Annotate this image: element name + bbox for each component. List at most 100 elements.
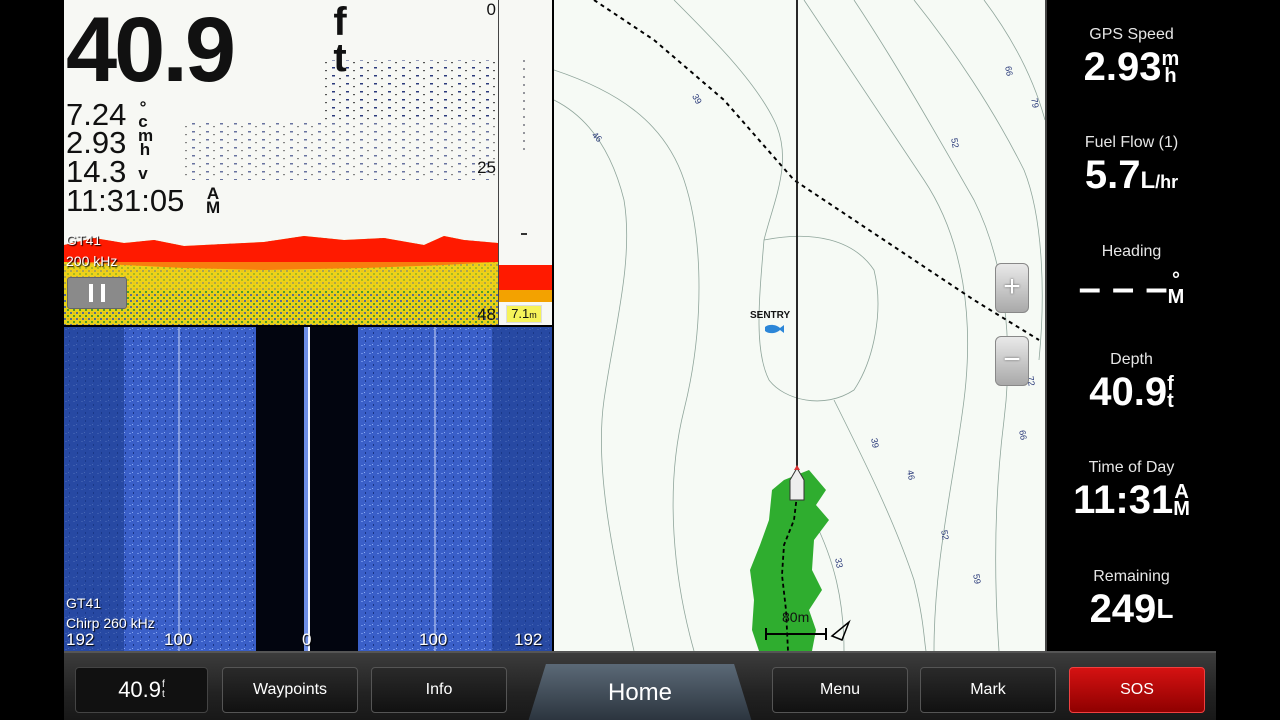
speed-unit: m h xyxy=(138,127,153,159)
waypoints-button[interactable]: Waypoints xyxy=(222,667,358,713)
sidescan-scale-left-mid: 100 xyxy=(164,630,193,649)
depth-shortcut-unit: ft xyxy=(162,680,165,700)
contour-label: 79 xyxy=(1029,97,1041,109)
chartplotter-screen: 7.1m 40.9 f t 7.24 ° c 2.93 m h 14.3 v 1… xyxy=(64,0,1216,720)
sonar-scale-mid: 25 xyxy=(477,158,496,177)
fuel-flow-unit-top: L xyxy=(1140,167,1156,194)
remaining-unit: L xyxy=(1156,593,1174,624)
info-button[interactable]: Info xyxy=(371,667,507,713)
data-field-heading[interactable]: Heading – – – ° M xyxy=(1047,242,1216,310)
flasher-depth-value: 7.1 xyxy=(511,306,530,321)
data-field-value: 11:31A M xyxy=(1047,478,1216,522)
zoom-out-button[interactable]: − xyxy=(995,336,1029,386)
data-field-title: Time of Day xyxy=(1088,459,1175,476)
heading-unit-bottom: M xyxy=(1167,286,1185,308)
time-unit: A M xyxy=(206,185,221,217)
sonar-transducer-label: GT41 xyxy=(66,232,102,248)
data-field-remaining[interactable]: Remaining 249L xyxy=(1047,567,1216,631)
depth-unit: ft xyxy=(1167,374,1174,412)
contour-label: 66 xyxy=(1017,429,1029,441)
sonar-depth-unit-bottom: t xyxy=(333,36,347,80)
remaining-value: 249 xyxy=(1089,587,1157,631)
sidescan-scale-center: 0 xyxy=(302,630,312,649)
data-field-gps-speed[interactable]: GPS Speed 2.93m h xyxy=(1047,25,1216,89)
contour-label: 52 xyxy=(949,137,961,149)
data-field-value: 40.9f t xyxy=(1047,370,1216,414)
contour-label: 39 xyxy=(869,437,881,449)
bottom-button-bar: 40.9 f t Waypoints Info Home Menu Mark SOS xyxy=(64,651,1216,720)
time-value: 11:31:05 xyxy=(66,183,185,218)
data-field-title: GPS Speed xyxy=(1089,26,1174,43)
sonar-depth-value: 40.9 xyxy=(66,0,236,101)
navigation-chart[interactable]: SENTRY 80m 39 46 52 66 79 72 66 39 46 52… xyxy=(554,0,1045,651)
flasher-graphic xyxy=(499,60,552,302)
data-field-time-of-day[interactable]: Time of Day 11:31A M xyxy=(1047,458,1216,522)
fuel-flow-unit-bottom: /hr xyxy=(1155,172,1179,192)
pause-icon-bar-left xyxy=(89,284,93,302)
letterbox-right xyxy=(1216,0,1280,720)
data-field-fuel-flow[interactable]: Fuel Flow (1) 5.7L/hr xyxy=(1047,133,1216,204)
sidescan-scale-right-mid: 100 xyxy=(419,630,448,649)
heading-unit: ° M xyxy=(1167,270,1185,308)
contour-label: 52 xyxy=(939,529,951,541)
sonar-frequency-label: 200 kHz xyxy=(66,253,118,269)
gps-speed-unit-bottom: h xyxy=(1164,65,1177,87)
data-field-title: Fuel Flow (1) xyxy=(1084,134,1179,151)
waypoint-label-sentry[interactable]: SENTRY xyxy=(750,310,790,321)
contour-label: 33 xyxy=(833,557,845,569)
sidevu-sonar-panel[interactable]: GT41 Chirp 260 kHz 192 100 0 100 192 xyxy=(64,327,552,651)
mark-button[interactable]: Mark xyxy=(920,667,1056,713)
flasher-column xyxy=(498,0,552,325)
depth-value: 40.9 xyxy=(1089,370,1168,414)
depth-unit-bottom: t xyxy=(1167,390,1174,412)
sonar-depth-unit-top: f xyxy=(333,0,347,44)
data-field-value: 2.93m h xyxy=(1047,45,1216,89)
time-of-day-unit: AM xyxy=(1173,482,1190,520)
sidescan-frequency-label: Chirp 260 kHz xyxy=(66,615,155,631)
data-field-value: 249L xyxy=(1047,587,1216,631)
sidescan-transducer-label: GT41 xyxy=(66,595,102,611)
home-button[interactable]: Home xyxy=(528,664,752,720)
sonar-scale-bottom: 48 xyxy=(477,305,496,324)
zoom-in-button[interactable]: + xyxy=(995,263,1029,313)
water-temp-unit: ° c xyxy=(136,99,150,130)
heading-value: – – – xyxy=(1078,266,1168,310)
data-field-depth[interactable]: Depth 40.9f t xyxy=(1047,350,1216,414)
pause-icon-bar-right xyxy=(101,284,105,302)
flasher-depth-unit: m xyxy=(529,310,537,320)
contour-label: 66 xyxy=(1003,65,1015,77)
data-field-title: Heading xyxy=(1101,243,1162,260)
pause-button[interactable] xyxy=(67,277,127,309)
sidescan-graphic xyxy=(64,327,552,651)
data-field-value: – – – ° M xyxy=(1047,266,1216,310)
flasher-depth-readout: 7.1m xyxy=(506,305,542,323)
contour-label: 59 xyxy=(971,573,983,585)
depth-shortcut-unit-bottom: t xyxy=(162,689,165,700)
data-field-value: 5.7L/hr xyxy=(1047,153,1216,204)
traditional-sonar-panel[interactable]: 7.1m 40.9 f t 7.24 ° c 2.93 m h 14.3 v 1… xyxy=(64,0,552,325)
depth-shortcut-button[interactable]: 40.9 f t xyxy=(75,667,208,713)
depth-shortcut-value: 40.9 xyxy=(118,677,162,702)
voltage-unit: v xyxy=(138,164,148,183)
sonar-depth-unit: f t xyxy=(326,0,354,80)
gps-speed-value: 2.93 xyxy=(1083,45,1162,89)
sonar-scale-top: 0 xyxy=(486,0,496,19)
map-scale-label: 80m xyxy=(782,609,810,625)
sos-button[interactable]: SOS xyxy=(1069,667,1205,713)
contour-label: 46 xyxy=(905,469,917,481)
time-of-day-unit-bottom: M xyxy=(1173,498,1190,520)
chart-graphic xyxy=(554,0,1045,651)
fuel-flow-unit: L/hr xyxy=(1140,159,1178,204)
menu-button[interactable]: Menu xyxy=(772,667,908,713)
letterbox-left xyxy=(0,0,64,720)
data-field-title: Remaining xyxy=(1093,568,1170,585)
time-unit-bottom: M xyxy=(206,198,221,217)
speed-unit-bottom: h xyxy=(139,140,151,159)
fuel-flow-value: 5.7 xyxy=(1084,153,1141,197)
sidescan-scale-left: 192 xyxy=(66,630,95,649)
data-bar[interactable]: GPS Speed 2.93m h Fuel Flow (1) 5.7L/hr H… xyxy=(1045,0,1216,651)
time-of-day-value: 11:31 xyxy=(1073,478,1174,522)
data-field-title: Depth xyxy=(1110,351,1153,368)
gps-speed-unit: mh xyxy=(1162,49,1180,87)
sidescan-scale-right: 192 xyxy=(514,630,543,649)
